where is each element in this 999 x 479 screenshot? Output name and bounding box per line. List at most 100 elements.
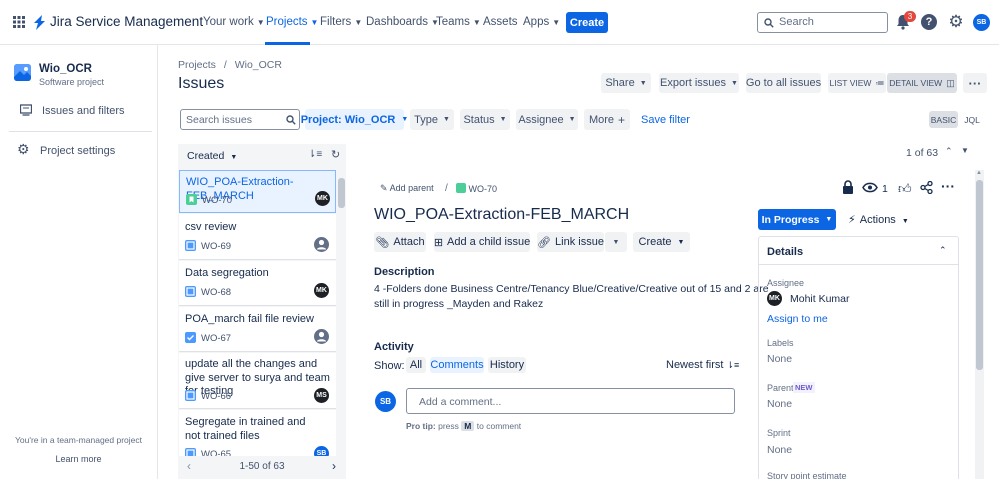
page-title: Issues — [178, 75, 225, 92]
more-actions-button[interactable]: ··· — [963, 73, 987, 93]
scroll-up-icon[interactable]: ▲ — [976, 170, 982, 176]
status-dropdown[interactable]: In Progress ▼ — [758, 209, 836, 230]
share-icon[interactable] — [920, 181, 933, 194]
assignee-avatar: SB — [314, 446, 329, 456]
breadcrumb-separator: / — [445, 183, 448, 194]
comment-input[interactable]: Add a comment... — [406, 388, 735, 414]
scrollbar-thumb[interactable] — [338, 178, 345, 208]
go-to-all-issues-button[interactable]: Go to all issues — [746, 73, 821, 93]
lock-icon[interactable] — [842, 180, 854, 194]
breadcrumb: Projects / Wio_OCR — [178, 59, 282, 71]
add-parent-button[interactable]: ✎ Add parent — [380, 183, 434, 194]
settings-gear-icon[interactable]: ⚙ — [947, 13, 965, 31]
issue-key: WO-65 — [201, 449, 232, 456]
issue-list-scroll[interactable]: WIO_POA-Extraction-FEB_MARCH WO-70 MK cs… — [178, 170, 346, 456]
nav-filters[interactable]: Filters ▼ — [320, 16, 362, 28]
list-item[interactable]: update all the changes and give server t… — [179, 353, 336, 409]
export-issues-button[interactable]: Export issues ▼ — [659, 73, 739, 93]
global-search[interactable]: Search — [757, 12, 888, 33]
app-switcher-icon[interactable] — [13, 16, 25, 28]
search-issues-input[interactable]: Search issues — [186, 114, 252, 126]
issue-title[interactable]: WIO_POA-Extraction-FEB_MARCH — [374, 206, 629, 224]
assignee-name[interactable]: Mohit Kumar — [790, 293, 850, 305]
more-icon[interactable]: ··· — [941, 178, 955, 194]
create-button[interactable]: Create — [566, 12, 608, 33]
list-item[interactable]: csv review WO-69 — [179, 214, 336, 260]
watch-eye-icon[interactable] — [862, 182, 878, 193]
labels-value[interactable]: None — [767, 353, 792, 365]
project-filter[interactable]: Project: Wio_OCR ▼ — [301, 109, 408, 130]
unassigned-avatar-icon — [314, 329, 329, 344]
next-issue-icon[interactable]: ▼ — [961, 146, 969, 155]
tab-comments[interactable]: Comments — [430, 357, 484, 373]
paperclip-icon: 📎︎ — [375, 236, 390, 249]
sprint-value[interactable]: None — [767, 444, 792, 456]
list-view-toggle[interactable]: LIST VIEW ≔ — [828, 73, 886, 93]
add-child-issue-button[interactable]: ⊞ Add a child issue — [434, 232, 530, 252]
save-filter-link[interactable]: Save filter — [641, 114, 690, 126]
assignee-filter[interactable]: Assignee ▼ — [516, 109, 578, 130]
sort-created-button[interactable]: Created ▼ — [187, 150, 237, 162]
scrollbar-thumb[interactable] — [976, 180, 983, 370]
breadcrumb-project[interactable]: Wio_OCR — [235, 59, 282, 71]
sort-order-icon[interactable]: ⇂≡ — [308, 149, 322, 160]
nav-apps[interactable]: Apps ▼ — [523, 16, 560, 28]
nav-teams[interactable]: Teams ▼ — [436, 16, 481, 28]
jql-toggle[interactable]: JQL — [959, 111, 985, 128]
create-dropdown-button[interactable]: Create ▼ — [633, 232, 690, 252]
search-input[interactable]: Search — [779, 16, 814, 28]
link-issue-dropdown[interactable]: ▼ — [605, 232, 627, 252]
list-scrollbar[interactable] — [338, 170, 345, 452]
sidebar-item-issues-filters[interactable]: Issues and filters — [0, 101, 157, 121]
sidebar-item-project-settings[interactable]: ⚙ Project settings — [0, 141, 157, 161]
more-filter[interactable]: More + — [584, 109, 630, 130]
notification-badge: 3 — [904, 11, 916, 22]
parent-value[interactable]: None — [767, 398, 792, 410]
description-line: still in progress _Mayden and Rakez — [374, 298, 544, 310]
detail-view-toggle[interactable]: DETAIL VIEW ◫ — [887, 73, 957, 93]
nav-assets[interactable]: Assets — [483, 16, 518, 28]
thumbs-up-icon[interactable]: 👍︎ — [898, 181, 912, 197]
chevron-down-icon: ▼ — [230, 154, 238, 161]
list-item[interactable]: Data segregation WO-68 MK — [179, 261, 336, 306]
issue-counter: 1 of 63 — [906, 147, 939, 159]
details-header[interactable]: Details ⌃ — [759, 237, 958, 265]
issue-key: WO-69 — [201, 241, 232, 252]
tab-history[interactable]: History — [488, 357, 526, 373]
tab-all[interactable]: All — [406, 357, 426, 373]
detail-view-icon: ◫ — [946, 77, 955, 88]
refresh-icon[interactable]: ↻ — [331, 148, 340, 161]
search-issues-field[interactable]: Search issues — [180, 109, 300, 130]
basic-toggle[interactable]: BASIC — [929, 111, 958, 128]
type-filter[interactable]: Type ▼ — [410, 109, 454, 130]
nav-your-work[interactable]: Your work ▼ — [203, 16, 265, 28]
chevron-down-icon: ▼ — [639, 79, 647, 87]
link-issue-button[interactable]: 🔗︎ Link issue — [537, 232, 604, 252]
description-text[interactable]: 4 -Folders done Business Centre/Tenancy … — [374, 282, 769, 312]
assign-to-me-link[interactable]: Assign to me — [767, 313, 828, 325]
jira-logo-icon[interactable] — [33, 15, 46, 30]
chevron-up-icon[interactable]: ⌃ — [939, 245, 947, 256]
share-button[interactable]: Share ▼ — [601, 73, 651, 93]
previous-issue-icon[interactable]: ⌃ — [945, 146, 953, 157]
newest-first-button[interactable]: Newest first ⇂≡ — [666, 359, 739, 371]
keyboard-key: M — [461, 421, 475, 431]
attach-button[interactable]: 📎︎ Attach — [374, 232, 426, 252]
status-filter[interactable]: Status ▼ — [460, 109, 510, 130]
list-item[interactable]: Segregate in trained and not trained fil… — [179, 410, 336, 456]
app-name[interactable]: Jira Service Management — [50, 14, 203, 29]
learn-more-link[interactable]: Learn more — [0, 454, 157, 464]
breadcrumb-projects[interactable]: Projects — [178, 59, 216, 71]
help-icon[interactable]: ? — [921, 14, 937, 30]
nav-dashboards[interactable]: Dashboards ▼ — [366, 16, 439, 28]
list-item[interactable]: POA_march fail file review WO-67 — [179, 307, 336, 352]
detail-scrollbar[interactable]: ▲ — [975, 170, 984, 479]
chevron-down-icon: ▼ — [731, 79, 738, 87]
actions-button[interactable]: ⚡︎ Actions ▼ — [848, 213, 909, 226]
issue-key-link[interactable]: WO-70 — [456, 183, 497, 194]
nav-projects[interactable]: Projects ▼ — [266, 16, 318, 28]
project-name[interactable]: Wio_OCR — [39, 63, 92, 75]
next-page-button[interactable]: › — [332, 459, 336, 473]
list-item[interactable]: WIO_POA-Extraction-FEB_MARCH WO-70 MK — [179, 170, 336, 213]
user-avatar[interactable]: SB — [973, 14, 990, 31]
